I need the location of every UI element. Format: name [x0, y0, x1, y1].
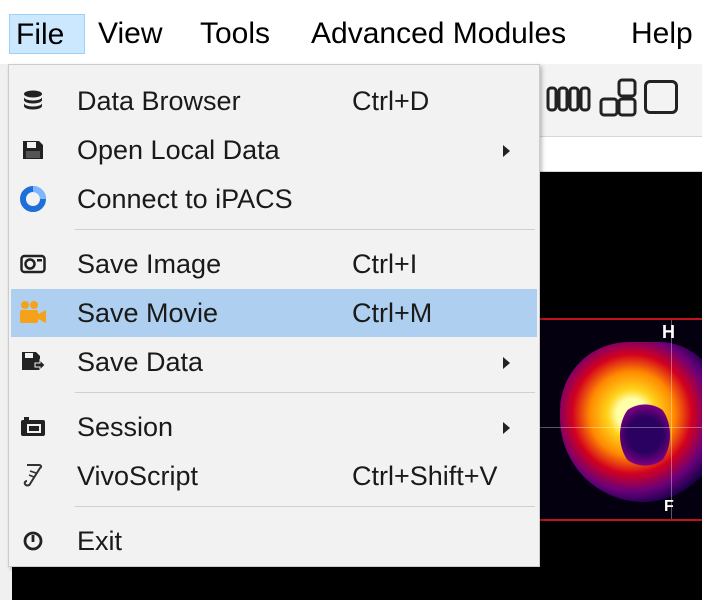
menu-item-label: Open Local Data [77, 135, 280, 165]
menu-item-label: Connect to iPACS [77, 184, 293, 214]
session-icon [19, 413, 47, 441]
submenu-arrow-icon [503, 422, 510, 434]
video-camera-icon [19, 299, 47, 327]
crosshair-vertical[interactable] [671, 320, 672, 519]
database-icon [19, 87, 47, 115]
menu-bar: File View Tools Advanced Modules Help [0, 0, 702, 65]
layout-3-panel-icon[interactable] [598, 78, 638, 118]
power-icon [19, 527, 47, 555]
menu-help[interactable]: Help [625, 14, 699, 54]
crosshair-horizontal[interactable] [540, 427, 702, 428]
file-menu-dropdown: Data Browser Ctrl+D Open Local Data Conn… [8, 64, 540, 567]
menu-item-label: VivoScript [77, 461, 199, 491]
viewer-bottom-area [12, 566, 540, 600]
viewer-header-bar [540, 137, 702, 172]
menu-item-connect-ipacs[interactable]: Connect to iPACS [11, 175, 537, 223]
menu-item-shortcut: Ctrl+D [352, 86, 430, 116]
menu-file[interactable]: File [9, 14, 85, 54]
menu-item-shortcut: Ctrl+M [352, 298, 433, 328]
menu-item-label: Data Browser [77, 86, 241, 116]
layout-single-icon[interactable] [644, 80, 678, 114]
menu-view[interactable]: View [92, 14, 168, 54]
menu-item-label: Save Data [77, 347, 204, 377]
image-viewer[interactable]: H F [540, 172, 702, 600]
menu-item-label: Exit [77, 526, 123, 556]
layout-1x4-icon[interactable] [546, 84, 592, 114]
menu-item-data-browser[interactable]: Data Browser Ctrl+D [11, 77, 537, 125]
floppy-disk-icon [19, 136, 47, 164]
menu-item-save-movie[interactable]: Save Movie Ctrl+M [11, 289, 537, 337]
menu-advanced-modules[interactable]: Advanced Modules [305, 14, 572, 54]
menu-item-vivoscript[interactable]: VivoScript Ctrl+Shift+V [11, 452, 537, 500]
submenu-arrow-icon [503, 145, 510, 157]
menu-item-shortcut: Ctrl+Shift+V [352, 461, 498, 491]
pet-scan-core [620, 400, 670, 470]
menu-separator [75, 229, 535, 230]
scan-image-panel[interactable]: H F [540, 318, 702, 521]
menu-item-open-local-data[interactable]: Open Local Data [11, 126, 537, 174]
menu-item-session[interactable]: Session [11, 403, 537, 451]
script-scroll-icon [19, 462, 47, 490]
orientation-top-label: H [662, 322, 675, 342]
orientation-bottom-label: F [664, 498, 674, 515]
menu-separator [75, 506, 535, 507]
menu-item-label: Save Movie [77, 298, 219, 328]
menu-item-save-image[interactable]: Save Image Ctrl+I [11, 240, 537, 288]
menu-item-exit[interactable]: Exit [11, 517, 537, 565]
menu-item-save-data[interactable]: Save Data [11, 338, 537, 386]
ipacs-ring-icon [19, 185, 47, 213]
camera-icon [19, 250, 47, 278]
menu-item-shortcut: Ctrl+I [352, 249, 418, 279]
save-data-icon [19, 348, 47, 376]
menu-item-label: Save Image [77, 249, 222, 279]
menu-separator [75, 392, 535, 393]
submenu-arrow-icon [503, 357, 510, 369]
layout-toolbar [540, 64, 702, 137]
menu-item-label: Session [77, 412, 174, 442]
menu-tools[interactable]: Tools [194, 14, 276, 54]
